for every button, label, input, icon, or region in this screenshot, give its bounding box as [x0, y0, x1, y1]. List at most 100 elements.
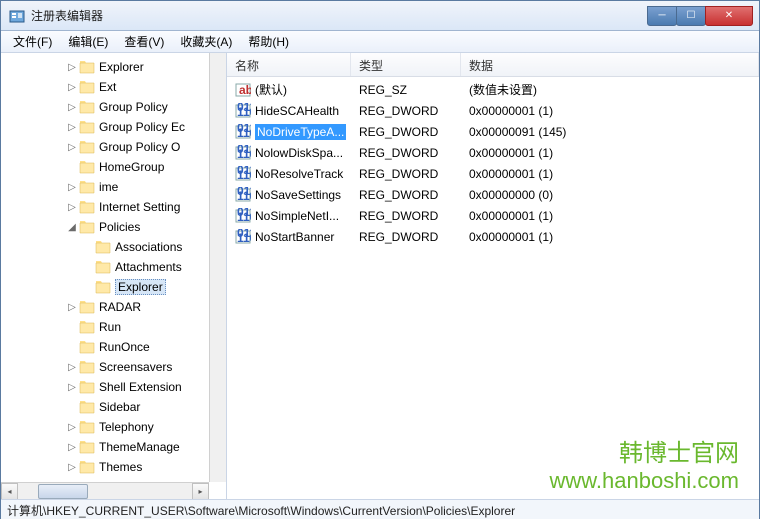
- value-type: REG_DWORD: [351, 104, 461, 118]
- svg-text:110: 110: [237, 147, 251, 161]
- list-row[interactable]: 011110HideSCAHealthREG_DWORD0x00000001 (…: [227, 100, 759, 121]
- regedit-icon: [9, 8, 25, 24]
- expander-icon[interactable]: ▷: [65, 62, 79, 73]
- tree-item[interactable]: ▷Shell Extension: [1, 377, 226, 397]
- folder-icon: [79, 360, 95, 374]
- expander-icon[interactable]: ▷: [65, 422, 79, 433]
- folder-icon: [95, 280, 111, 294]
- value-name-cell: 011110HideSCAHealth: [227, 103, 351, 119]
- tree-item[interactable]: ◢ Policies: [1, 217, 226, 237]
- minimize-button[interactable]: ─: [647, 6, 677, 26]
- list-row[interactable]: 011110NoSaveSettingsREG_DWORD0x00000000 …: [227, 184, 759, 205]
- tree-item[interactable]: ▷RADAR: [1, 297, 226, 317]
- tree-item[interactable]: ▷Explorer: [1, 57, 226, 77]
- value-name-cell: 011110NoSimpleNetI...: [227, 208, 351, 224]
- list-row[interactable]: ab(默认)REG_SZ(数值未设置): [227, 79, 759, 100]
- tree-item-label: Sidebar: [99, 400, 140, 414]
- tree[interactable]: ▷Explorer▷Ext▷Group Policy▷Group Policy …: [1, 53, 226, 481]
- tree-item[interactable]: Explorer: [1, 277, 226, 297]
- scroll-left-button[interactable]: ◂: [1, 483, 18, 500]
- menu-help[interactable]: 帮助(H): [240, 31, 297, 52]
- tree-item[interactable]: ▷Internet Setting: [1, 197, 226, 217]
- value-type: REG_DWORD: [351, 209, 461, 223]
- folder-icon: [79, 140, 95, 154]
- list-row[interactable]: 011110NoStartBannerREG_DWORD0x00000001 (…: [227, 226, 759, 247]
- expander-icon[interactable]: ▷: [65, 182, 79, 193]
- list-row[interactable]: 011110NoResolveTrackREG_DWORD0x00000001 …: [227, 163, 759, 184]
- folder-icon: [95, 240, 111, 254]
- folder-icon: [95, 260, 111, 274]
- tree-item[interactable]: ▷Group Policy O: [1, 137, 226, 157]
- tree-item[interactable]: Sidebar: [1, 397, 226, 417]
- folder-icon: [79, 80, 95, 94]
- string-value-icon: ab: [235, 82, 251, 98]
- svg-text:110: 110: [237, 210, 251, 224]
- tree-scrollbar-horizontal[interactable]: ◂ ▸: [1, 482, 209, 499]
- tree-item[interactable]: ▷Telephony: [1, 417, 226, 437]
- expander-icon[interactable]: ▷: [65, 462, 79, 473]
- tree-item[interactable]: ▷Ext: [1, 77, 226, 97]
- tree-item[interactable]: ▷ime: [1, 177, 226, 197]
- folder-icon: [79, 440, 95, 454]
- tree-item[interactable]: ▷Group Policy Ec: [1, 117, 226, 137]
- svg-text:110: 110: [237, 105, 251, 119]
- list-row[interactable]: 011110NoSimpleNetI...REG_DWORD0x00000001…: [227, 205, 759, 226]
- folder-icon: [79, 300, 95, 314]
- svg-text:110: 110: [237, 126, 251, 140]
- window-buttons: ─ ☐ ✕: [648, 6, 753, 26]
- tree-scrollbar-vertical[interactable]: [209, 53, 226, 482]
- tree-item[interactable]: ▷Themes: [1, 457, 226, 477]
- folder-icon: [79, 180, 95, 194]
- tree-item[interactable]: Run: [1, 317, 226, 337]
- expander-icon[interactable]: ◢: [65, 222, 79, 233]
- expander-icon[interactable]: ▷: [65, 82, 79, 93]
- expander-icon[interactable]: ▷: [65, 442, 79, 453]
- maximize-button[interactable]: ☐: [676, 6, 706, 26]
- list-row[interactable]: 011110NolowDiskSpa...REG_DWORD0x00000001…: [227, 142, 759, 163]
- value-data: 0x00000000 (0): [461, 188, 759, 202]
- expander-icon[interactable]: ▷: [65, 382, 79, 393]
- list-row[interactable]: 011110NoDriveTypeA...REG_DWORD0x00000091…: [227, 121, 759, 142]
- tree-item[interactable]: ▷Screensavers: [1, 357, 226, 377]
- dword-value-icon: 011110: [235, 166, 251, 182]
- tree-item[interactable]: RunOnce: [1, 337, 226, 357]
- dword-value-icon: 011110: [235, 187, 251, 203]
- expander-icon[interactable]: ▷: [65, 122, 79, 133]
- list-body[interactable]: ab(默认)REG_SZ(数值未设置)011110HideSCAHealthRE…: [227, 77, 759, 249]
- folder-icon: [79, 420, 95, 434]
- tree-item-label: Explorer: [115, 279, 166, 295]
- expander-icon[interactable]: ▷: [65, 102, 79, 113]
- expander-icon[interactable]: ▷: [65, 202, 79, 213]
- menu-view[interactable]: 查看(V): [116, 31, 172, 52]
- tree-item[interactable]: Attachments: [1, 257, 226, 277]
- tree-item[interactable]: HomeGroup: [1, 157, 226, 177]
- scroll-thumb[interactable]: [38, 484, 88, 499]
- folder-icon: [79, 460, 95, 474]
- value-name-cell: ab(默认): [227, 81, 351, 98]
- tree-item[interactable]: ▷ThemeManage: [1, 437, 226, 457]
- window-title: 注册表编辑器: [31, 7, 648, 24]
- list-header: 名称 类型 数据: [227, 53, 759, 77]
- close-button[interactable]: ✕: [705, 6, 753, 26]
- value-data: 0x00000091 (145): [461, 125, 759, 139]
- tree-pane: ▷Explorer▷Ext▷Group Policy▷Group Policy …: [1, 53, 227, 499]
- column-data[interactable]: 数据: [461, 53, 759, 76]
- menu-favorites[interactable]: 收藏夹(A): [172, 31, 240, 52]
- tree-item[interactable]: Associations: [1, 237, 226, 257]
- tree-item-label: Policies: [99, 220, 140, 234]
- column-type[interactable]: 类型: [351, 53, 461, 76]
- menu-file[interactable]: 文件(F): [5, 31, 60, 52]
- expander-icon[interactable]: ▷: [65, 362, 79, 373]
- expander-icon[interactable]: ▷: [65, 142, 79, 153]
- value-data: 0x00000001 (1): [461, 167, 759, 181]
- expander-icon[interactable]: ▷: [65, 302, 79, 313]
- column-name[interactable]: 名称: [227, 53, 351, 76]
- menu-edit[interactable]: 编辑(E): [60, 31, 116, 52]
- tree-item[interactable]: ▷Group Policy: [1, 97, 226, 117]
- value-name: NoStartBanner: [255, 230, 334, 244]
- value-type: REG_DWORD: [351, 146, 461, 160]
- dword-value-icon: 011110: [235, 145, 251, 161]
- tree-item-label: Attachments: [115, 260, 182, 274]
- dword-value-icon: 011110: [235, 208, 251, 224]
- scroll-right-button[interactable]: ▸: [192, 483, 209, 500]
